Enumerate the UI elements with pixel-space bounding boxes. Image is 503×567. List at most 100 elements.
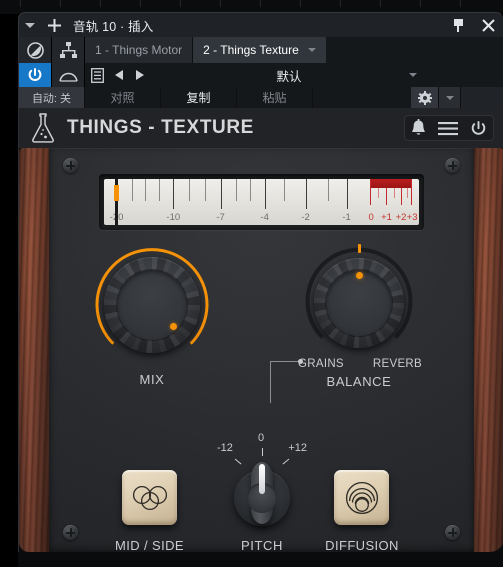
automation-info-field[interactable] [461,87,503,108]
grains-connector-vertical [270,361,271,403]
balance-center-tick [357,244,361,253]
window-title: 音轨 10 · 插入 [73,19,154,34]
plugin-header-buttons [404,115,494,141]
preset-dropdown-caret[interactable] [409,73,417,77]
plugin-power-button[interactable] [469,119,488,138]
bell-icon [412,119,426,135]
hamburger-menu-icon [437,121,458,135]
menu-button[interactable] [437,121,458,136]
slot-tab-2[interactable]: 2 - Things Texture [193,37,326,63]
next-preset-button[interactable] [129,63,149,87]
preset-list-icon [90,67,104,83]
meter-red-zone [370,179,412,188]
plugin-slot-row: 1 - Things Motor 2 - Things Texture [18,37,503,63]
compare-label: 对照 [110,91,135,105]
chevron-down-icon [409,73,417,77]
automation-state-label: 自动: 关 [31,92,72,105]
pitch-knob-stripe [259,464,265,494]
screw-bottom-right [445,525,460,540]
slot-tab-2-caret[interactable] [307,48,316,52]
level-meter: -20 -10 -7 -4 -2 -1 0 +1 +2 +3 [99,174,424,230]
plugin-title: THINGS - TEXTURE [67,117,254,138]
wood-panel-left [19,148,49,552]
routing-button[interactable] [52,37,85,63]
pin-icon [453,18,464,32]
meter-peak-indicator [114,185,120,201]
concentric-arcs-icon [345,481,378,514]
pitch-center-label: 0 [258,432,265,444]
meter-label-4: -2 [301,212,310,223]
pitch-center-mark [261,448,263,456]
window-titlebar: 音轨 10 · 插入 [18,12,503,37]
plugin-window: 音轨 10 · 插入 1 - Things Motor 2 - Things T… [0,0,503,567]
notifications-button[interactable] [410,119,427,137]
window-bottom-edge [18,552,503,567]
preset-list-button[interactable] [85,63,109,87]
balance-knob[interactable]: GRAINS REVERB BALANCE [298,244,422,389]
meter-label-1: -10 [166,212,181,223]
chevron-down-icon [445,95,454,100]
close-window-button[interactable] [473,13,503,38]
screw-top-right [445,158,460,173]
mix-knob-body[interactable] [104,257,200,353]
wood-panel-right [474,148,503,552]
automation-state-button[interactable]: 自动: 关 [19,87,85,108]
pitch-knob[interactable]: 0 -12 +12 PITCH [217,432,307,552]
paste-button[interactable]: 粘贴 [237,87,313,108]
plugin-header: THINGS - TEXTURE [19,108,503,148]
meter-label-8: +2 [395,212,407,223]
power-icon [471,120,485,135]
meter-label-2: -7 [216,212,225,223]
balance-knob-label: BALANCE [326,374,392,389]
pin-window-button[interactable] [443,13,473,38]
preset-toolbar: 默认 [18,63,503,87]
meter-label-3: -4 [260,212,269,223]
plugin-ui: THINGS - TEXTURE -10 -7 -4 -2 -1 0 +1 +2… [18,108,503,552]
add-plugin-button[interactable] [41,13,67,38]
plugin-logo [19,113,67,143]
copy-button[interactable]: 复制 [161,87,237,108]
bypass-button[interactable] [19,37,52,63]
prev-preset-button[interactable] [109,63,129,87]
balance-knob-body[interactable] [314,258,404,348]
copy-label: 复制 [186,91,211,105]
plugin-enable-button[interactable] [19,63,52,87]
slot-tab-2-label: 2 - Things Texture [203,43,299,57]
pitch-min-label: -12 [217,442,233,454]
settings-dropdown-button[interactable] [439,87,461,108]
meter-label-6: 0 [368,212,374,223]
pitch-max-label: +12 [288,442,307,454]
power-icon [28,68,42,82]
meter-face: -20 -10 -7 -4 -2 -1 0 +1 +2 +3 [104,179,419,225]
diffusion-button[interactable] [334,470,389,525]
chevron-down-icon [307,48,316,52]
automation-button[interactable] [52,63,85,87]
routing-icon [59,42,77,58]
mix-knob[interactable]: MIX [91,244,213,387]
preset-name-value: 默认 [276,69,302,84]
prev-arrow-icon [114,70,123,80]
automation-toolbar: 自动: 关 对照 复制 粘贴 [18,87,503,108]
pitch-max-mark [282,458,290,465]
mid-side-label: MID / SIDE [114,538,184,552]
compare-button[interactable]: 对照 [85,87,161,108]
meter-needle [114,179,120,225]
balance-knob-indicator [355,272,363,279]
next-arrow-icon [135,70,144,80]
balance-left-label: GRAINS [298,358,344,370]
meter-label-5: -1 [342,212,351,223]
meter-label-9: +3 [406,212,418,223]
titlebar-menu-caret[interactable] [19,13,41,38]
slot-tab-1[interactable]: 1 - Things Motor [85,37,194,63]
settings-button[interactable] [411,87,439,108]
preset-name-field[interactable]: 默认 [149,63,429,87]
three-circles-icon [132,485,167,510]
mid-side-button[interactable] [122,470,177,525]
plus-icon [47,18,61,32]
meter-label-7: +1 [381,212,392,223]
slot-tab-1-label: 1 - Things Motor [95,43,183,57]
balance-right-label: REVERB [372,358,422,370]
diffusion-label: DIFFUSION [325,538,399,552]
pitch-min-mark [234,458,242,465]
screw-top-left [63,158,78,173]
